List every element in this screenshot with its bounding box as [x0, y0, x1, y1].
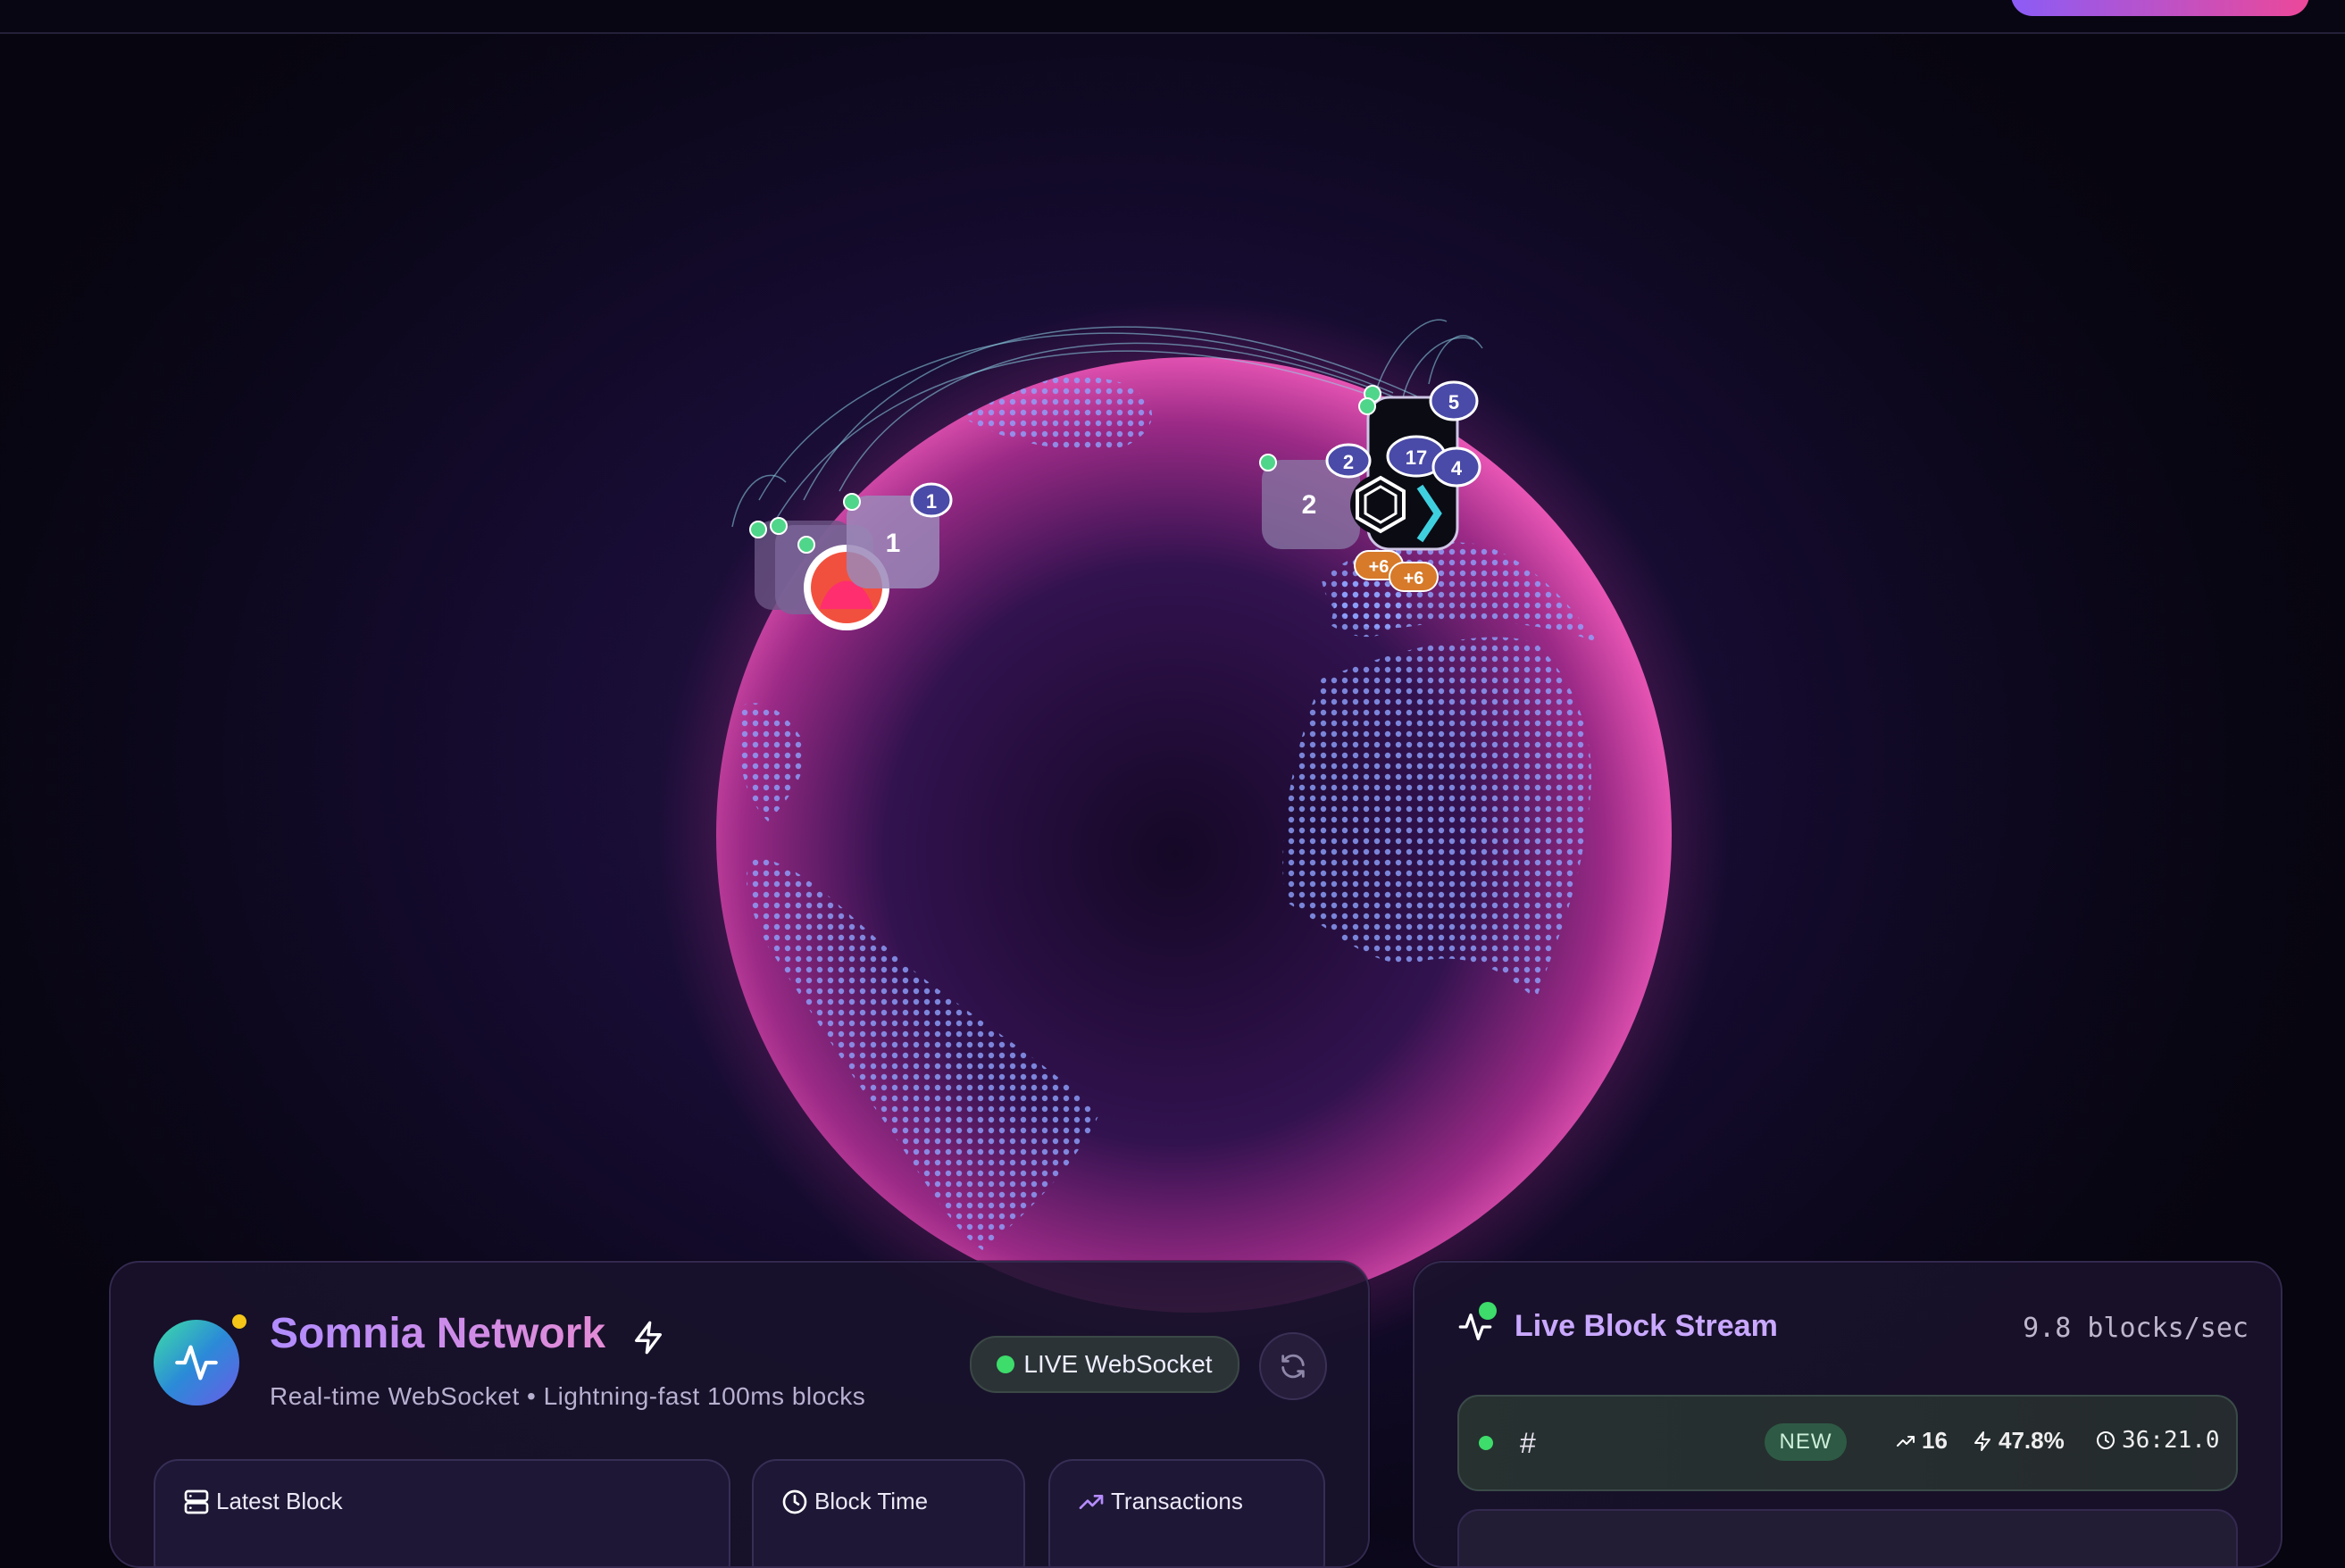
- live-websocket-label: LIVE WebSocket: [1023, 1350, 1213, 1378]
- trending-up-icon: [1897, 1435, 1915, 1447]
- cluster-badge-count: 1: [926, 490, 937, 513]
- clock-icon: [782, 1489, 807, 1514]
- block-row[interactable]: # NEW 16 47.8% 36:21.0: [1457, 1395, 2238, 1491]
- cluster-count: 1: [886, 529, 901, 558]
- status-dot: [232, 1314, 246, 1329]
- block-hash: #: [1520, 1427, 1536, 1459]
- transactions-card: Transactions: [1048, 1459, 1325, 1566]
- live-block-stream-panel: Live Block Stream 9.8 blocks/sec # NEW 1…: [1413, 1261, 2282, 1568]
- trending-up-icon: [1079, 1495, 1104, 1509]
- live-websocket-badge: LIVE WebSocket: [970, 1336, 1239, 1393]
- blocks-per-second: 9.8 blocks/sec: [2023, 1313, 2249, 1344]
- network-avatar: [154, 1320, 239, 1405]
- stream-title: Live Block Stream: [1515, 1309, 1778, 1343]
- svg-text:+6: +6: [1369, 557, 1389, 577]
- tx-count: 16: [1895, 1427, 1948, 1455]
- stream-live-dot: [1479, 1302, 1497, 1320]
- gas-usage: 47.8%: [1972, 1427, 2065, 1455]
- block-timestamp: 36:21.0: [2095, 1427, 2220, 1454]
- activity-icon: [175, 1345, 218, 1380]
- svg-text:2: 2: [1343, 451, 1354, 473]
- block-timestamp-value: 36:21.0: [2122, 1427, 2220, 1454]
- refresh-icon: [1281, 1354, 1305, 1379]
- row-status-dot: [1479, 1436, 1493, 1450]
- refresh-button[interactable]: [1259, 1332, 1327, 1400]
- tx-count-value: 16: [1922, 1427, 1948, 1454]
- block-row[interactable]: [1457, 1509, 2238, 1566]
- live-indicator-dot: [997, 1355, 1015, 1373]
- block-time-card: Block Time: [752, 1459, 1025, 1566]
- network-panel: Somnia Network Real-time WebSocket • Lig…: [109, 1261, 1370, 1568]
- transactions-label: Transactions: [1111, 1488, 1243, 1514]
- block-time-label: Block Time: [814, 1488, 929, 1514]
- new-badge: NEW: [1765, 1423, 1847, 1461]
- network-title: Somnia Network: [270, 1310, 606, 1357]
- svg-text:4: 4: [1451, 457, 1463, 480]
- cluster-count: 2: [1302, 490, 1317, 520]
- svg-text:+6: +6: [1404, 569, 1424, 588]
- clock-icon: [2097, 1431, 2115, 1449]
- lightning-icon: [1974, 1430, 1990, 1451]
- svg-text:17: 17: [1406, 446, 1427, 469]
- network-subtitle: Real-time WebSocket • Lightning-fast 100…: [270, 1382, 866, 1410]
- latest-block-card: Latest Block: [154, 1459, 730, 1566]
- gas-usage-value: 47.8%: [1999, 1427, 2065, 1454]
- lightning-icon: [635, 1321, 662, 1355]
- svg-text:5: 5: [1448, 391, 1459, 413]
- server-icon: [184, 1489, 209, 1514]
- latest-block-label: Latest Block: [216, 1488, 343, 1514]
